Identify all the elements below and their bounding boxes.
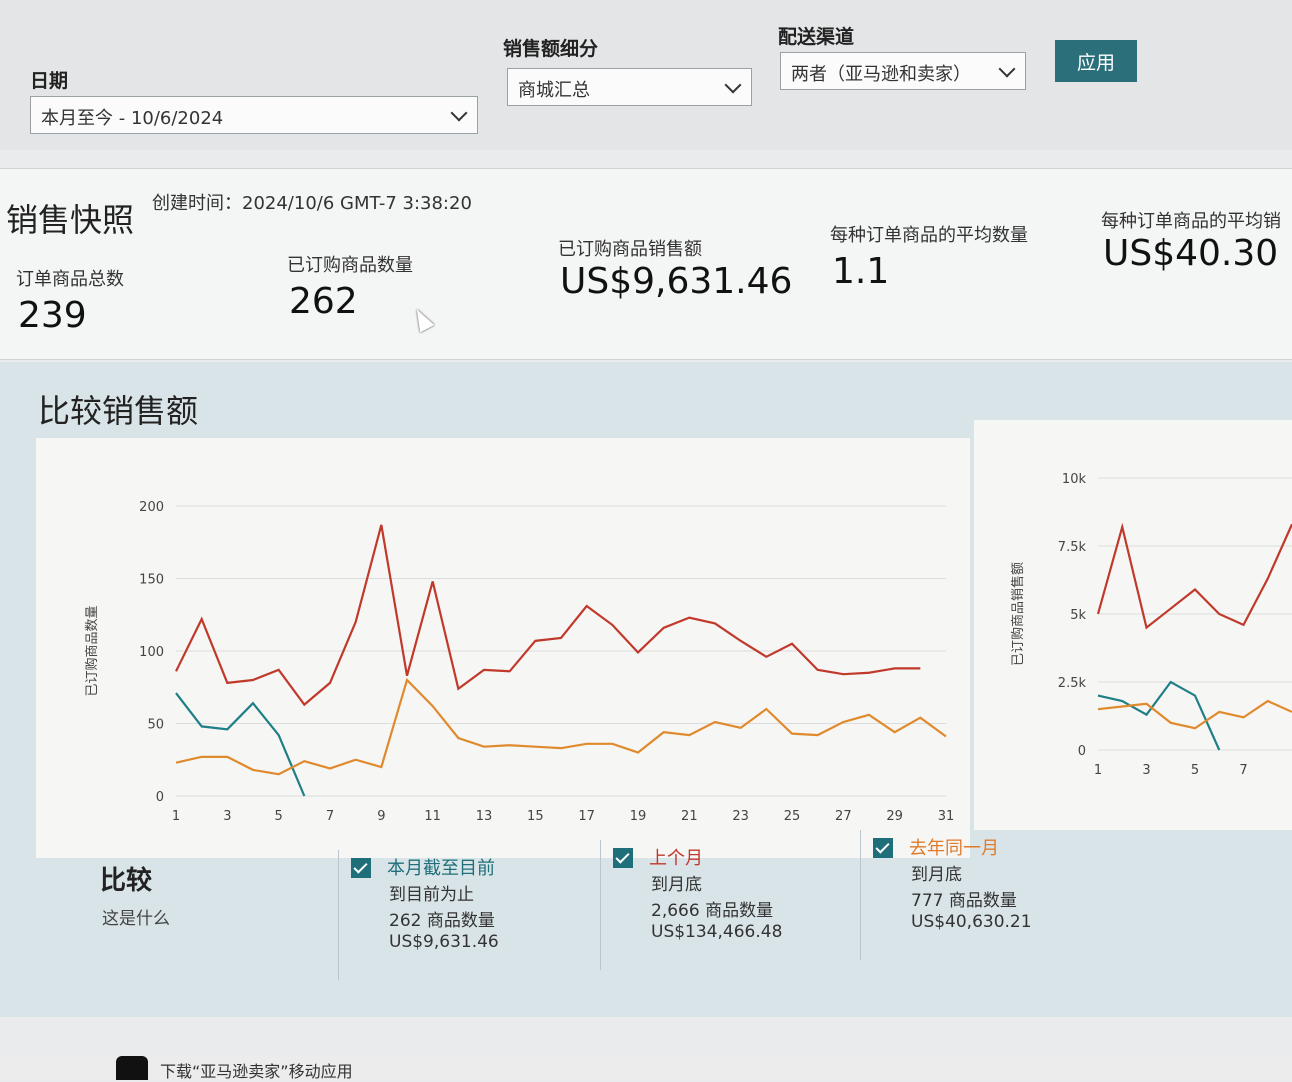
- y-tick-label: 0: [1078, 744, 1086, 759]
- compare-sales-section: 比较销售额 0 50 100 150 200 1 3 5 7 9 11 13 15 17 19 21 23 25 2…: [0, 362, 1292, 1017]
- metric-value-ordered-sales: US$9,631.46: [560, 261, 793, 302]
- legend-name-this-month: 本月截至目前: [387, 858, 495, 879]
- channel-select-value: 两者（亚马逊和卖家）: [791, 64, 971, 85]
- checkbox-last-month[interactable]: [613, 848, 633, 868]
- legend-units: 2,666 商品数量: [651, 901, 774, 921]
- series-line: [175, 524, 921, 707]
- x-tick-label: 29: [886, 809, 903, 824]
- checkbox-this-month[interactable]: [351, 858, 371, 878]
- channel-select[interactable]: 两者（亚马逊和卖家）: [780, 52, 1026, 90]
- y-tick-label: 100: [139, 645, 164, 660]
- metric-value-avg-units: 1.1: [832, 251, 890, 292]
- footer-bar: 下载“亚马逊卖家”移动应用: [0, 1056, 1292, 1082]
- y-axis-label: 已订购商品数量: [84, 605, 100, 696]
- apply-button[interactable]: 应用: [1055, 40, 1137, 82]
- metric-value-avg-sales: US$40.30: [1103, 233, 1279, 274]
- x-tick-label: 1: [172, 809, 180, 824]
- x-tick-label: 5: [275, 809, 283, 824]
- units-chart: 0501001502001 3 5 7 9 11 13 15 17 19 21 23 25 27 29 31已…: [84, 500, 955, 824]
- breakdown-select[interactable]: 商城汇总: [507, 68, 752, 106]
- series-line: [1096, 522, 1292, 630]
- y-tick-label: 50: [147, 718, 164, 733]
- legend-item-last-year: 去年同一月 到月底 777 商品数量 US$40,630.21: [860, 830, 1111, 960]
- x-tick-label: 25: [784, 809, 801, 824]
- compare-legend: 比较 这是什么 本月截至目前 到目前为止 262 商品数量 US$9,631.4…: [60, 830, 1292, 996]
- what-is-this-link[interactable]: 这是什么: [102, 904, 170, 929]
- metric-label-units-ordered: 已订购商品数量: [287, 255, 413, 276]
- metric-label-total-orders: 订单商品总数: [16, 269, 124, 290]
- breakdown-label: 销售额细分: [503, 38, 599, 60]
- sales-snapshot: 销售快照 创建时间：2024/10/6 GMT-7 3:38:20 订单商品总数…: [0, 168, 1292, 360]
- legend-sales: US$9,631.46: [389, 932, 499, 952]
- y-tick-label: 7.5k: [1058, 540, 1087, 555]
- series-line: [175, 692, 306, 797]
- mobile-app-icon: [116, 1056, 148, 1080]
- legend-period: 到月底: [911, 865, 962, 885]
- legend-sales: US$134,466.48: [651, 922, 783, 942]
- y-tick-label: 10k: [1062, 472, 1087, 487]
- y-tick-label: 150: [139, 573, 164, 588]
- x-tick-label: 19: [630, 809, 647, 824]
- x-tick-label: 9: [377, 809, 385, 824]
- x-tick-label: 1: [1094, 763, 1102, 778]
- x-tick-label: 23: [732, 809, 749, 824]
- metric-value-total-orders: 239: [18, 295, 87, 336]
- series-line: [175, 677, 947, 776]
- x-tick-label: 3: [1142, 763, 1150, 778]
- x-tick-label: 17: [578, 809, 595, 824]
- x-tick-label: 15: [527, 809, 544, 824]
- sales-chart-panel: 0 2.5k 5k 7.5k 10k 1 3 5 7 已订购商品销售额: [974, 420, 1292, 830]
- chevron-down-icon: [724, 76, 742, 94]
- legend-title: 比较: [100, 866, 153, 896]
- series-line: [1097, 680, 1221, 751]
- x-tick-label: 5: [1191, 763, 1199, 778]
- snapshot-title: 销售快照: [6, 201, 135, 239]
- channel-label: 配送渠道: [778, 26, 855, 48]
- legend-units: 262 商品数量: [389, 911, 495, 931]
- legend-period: 到目前为止: [389, 885, 474, 905]
- legend-name-last-year: 去年同一月: [909, 838, 999, 859]
- legend-name-last-month: 上个月: [649, 848, 703, 869]
- date-label: 日期: [30, 70, 69, 92]
- x-tick-label: 3: [223, 809, 231, 824]
- x-tick-label: 7: [1239, 763, 1247, 778]
- x-tick-label: 7: [326, 809, 334, 824]
- metric-value-units-ordered: 262: [289, 281, 358, 322]
- sales-chart: 0 2.5k 5k 7.5k 10k 1 3 5 7 已订购商品销售额: [1010, 472, 1292, 778]
- series-line: [1097, 699, 1292, 730]
- breakdown-select-value: 商城汇总: [518, 80, 590, 101]
- y-tick-label: 2.5k: [1058, 676, 1087, 691]
- legend-period: 到月底: [651, 875, 702, 895]
- legend-sales: US$40,630.21: [911, 912, 1032, 932]
- compare-sales-title: 比较销售额: [38, 392, 199, 430]
- x-tick-label: 27: [835, 809, 852, 824]
- metric-label-avg-sales: 每种订单商品的平均销: [1101, 211, 1281, 232]
- snapshot-created-time: 创建时间：2024/10/6 GMT-7 3:38:20: [152, 193, 472, 214]
- legend-item-this-month: 本月截至目前 到目前为止 262 商品数量 US$9,631.46: [338, 850, 589, 980]
- chevron-down-icon: [998, 60, 1016, 78]
- y-tick-label: 200: [139, 500, 164, 515]
- date-select[interactable]: 本月至今 - 10/6/2024: [30, 96, 478, 134]
- legend-item-last-month: 上个月 到月底 2,666 商品数量 US$134,466.48: [600, 840, 851, 970]
- checkbox-last-year[interactable]: [873, 838, 893, 858]
- download-app-link[interactable]: 下载“亚马逊卖家”移动应用: [160, 1058, 353, 1082]
- date-select-value: 本月至今 - 10/6/2024: [41, 108, 224, 129]
- x-tick-label: 31: [938, 809, 955, 824]
- y-tick-label: 0: [156, 790, 164, 805]
- metric-label-avg-units: 每种订单商品的平均数量: [830, 225, 1028, 246]
- y-tick-label: 5k: [1070, 608, 1086, 623]
- legend-units: 777 商品数量: [911, 891, 1017, 911]
- x-tick-label: 13: [476, 809, 493, 824]
- x-tick-label: 21: [681, 809, 698, 824]
- y-axis-label: 已订购商品销售额: [1010, 562, 1026, 666]
- chevron-down-icon: [450, 104, 468, 122]
- filter-bar: 日期 本月至今 - 10/6/2024 销售额细分 商城汇总 配送渠道 两者（亚…: [0, 0, 1292, 150]
- units-chart-panel: 0 50 100 150 200 1 3 5 7 9 11 13 15 17 19 21 23 25 27 29 31 已…: [36, 438, 970, 858]
- x-tick-label: 11: [424, 809, 441, 824]
- metric-label-ordered-sales: 已订购商品销售额: [558, 239, 702, 260]
